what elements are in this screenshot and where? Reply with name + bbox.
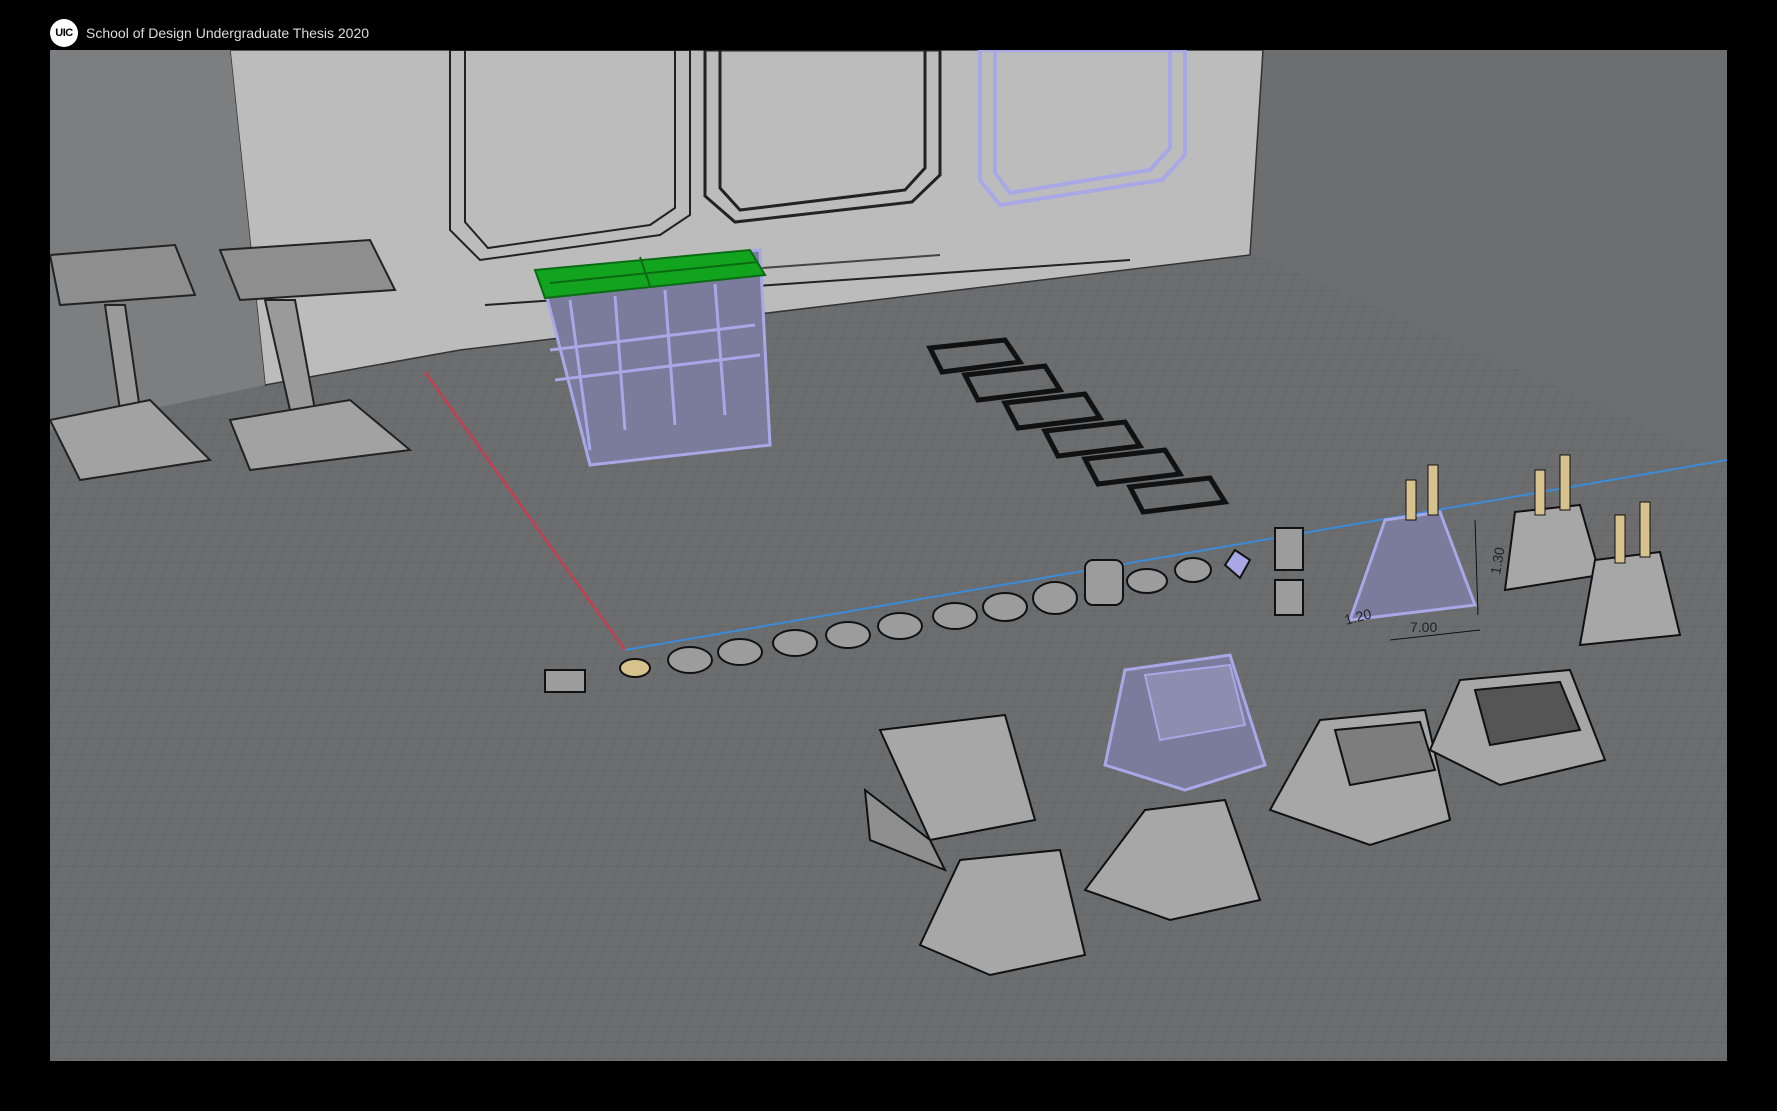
dimension-label-width: 7.00 bbox=[1410, 619, 1437, 635]
title-bar: UIC School of Design Undergraduate Thesi… bbox=[0, 0, 1777, 50]
uic-logo: UIC bbox=[50, 19, 78, 47]
3d-viewport[interactable]: 7.00 1.20 1.30 bbox=[50, 50, 1727, 1061]
scene-canvas[interactable]: 7.00 1.20 1.30 bbox=[50, 50, 1727, 1061]
header-title: School of Design Undergraduate Thesis 20… bbox=[86, 25, 370, 41]
